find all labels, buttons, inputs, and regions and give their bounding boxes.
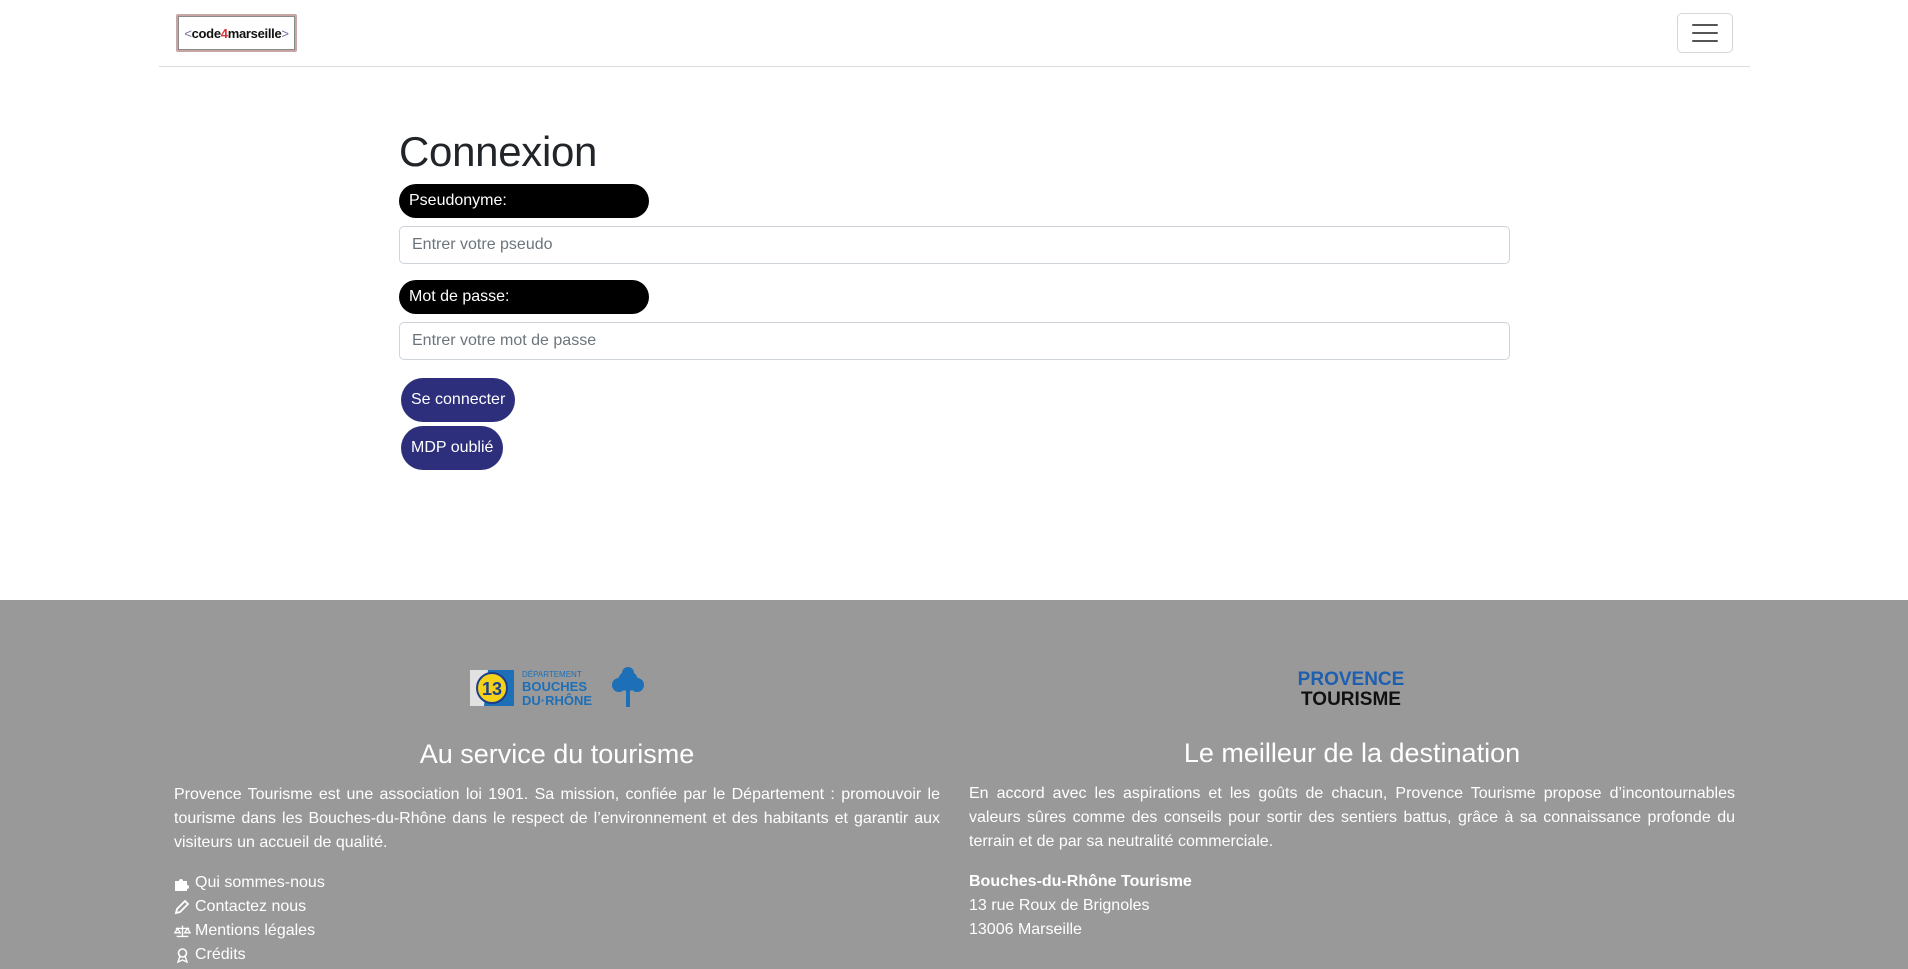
footer-right-text: En accord avec les aspirations et les go… (969, 785, 1735, 850)
login-button[interactable]: Se connecter (401, 378, 516, 422)
forgot-password-button[interactable]: MDP oublié (401, 426, 504, 470)
svg-text:TOURISME: TOURISME (1301, 689, 1401, 707)
password-label: Mot de passe: (399, 280, 649, 314)
footer-left-title: Au service du tourisme (419, 739, 695, 769)
footer-address: Bouches-du-Rhône Tourisme 13 rue Roux de… (969, 870, 1192, 942)
puzzle-icon (175, 878, 189, 891)
svg-text:BOUCHES: BOUCHES (522, 679, 587, 694)
menu-toggle-button[interactable] (1677, 13, 1733, 53)
navbar: < code 4 marseille > (159, 0, 1750, 67)
footer-link-credits[interactable]: Crédits (174, 943, 325, 967)
code4marseille-logo[interactable]: < code 4 marseille > (176, 14, 297, 52)
hamburger-icon-line (1692, 40, 1718, 42)
footer-link-contact[interactable]: Contactez nous (174, 895, 325, 919)
address-city: 13006 Marseille (969, 921, 1082, 938)
footer: 13 DÉPARTEMENT BOUCHES DU·RHÔNE Au servi… (0, 600, 1908, 969)
footer-link-about[interactable]: Qui sommes-nous (174, 871, 325, 895)
pencil-icon (174, 899, 190, 914)
address-street: 13 rue Roux de Brignoles (969, 897, 1150, 914)
hamburger-icon-line (1692, 24, 1718, 26)
svg-text:DÉPARTEMENT: DÉPARTEMENT (522, 670, 582, 679)
footer-right-title: Le meilleur de la destination (1183, 738, 1521, 768)
footer-links: Qui sommes-nous Contactez nous Mentions … (174, 871, 325, 967)
address-name: Bouches-du-Rhône Tourisme (969, 873, 1192, 890)
svg-text:13: 13 (482, 679, 502, 699)
password-input[interactable] (399, 322, 1510, 360)
svg-text:DU·RHÔNE: DU·RHÔNE (522, 693, 592, 708)
pseudo-input[interactable] (399, 226, 1510, 264)
pseudo-label: Pseudonyme: (399, 184, 649, 218)
award-icon (176, 947, 189, 963)
hamburger-icon-line (1692, 32, 1718, 34)
footer-link-legal[interactable]: Mentions légales (174, 919, 325, 943)
svg-text:PROVENCE: PROVENCE (1298, 669, 1405, 690)
footer-left-text: Provence Tourisme est une association lo… (174, 786, 940, 851)
scale-icon (174, 925, 191, 937)
page-title: Connexion (399, 128, 598, 175)
bouches-du-rhone-logo[interactable]: 13 DÉPARTEMENT BOUCHES DU·RHÔNE (466, 667, 648, 709)
provence-tourisme-logo[interactable]: PROVENCE TOURISME (1294, 667, 1408, 707)
